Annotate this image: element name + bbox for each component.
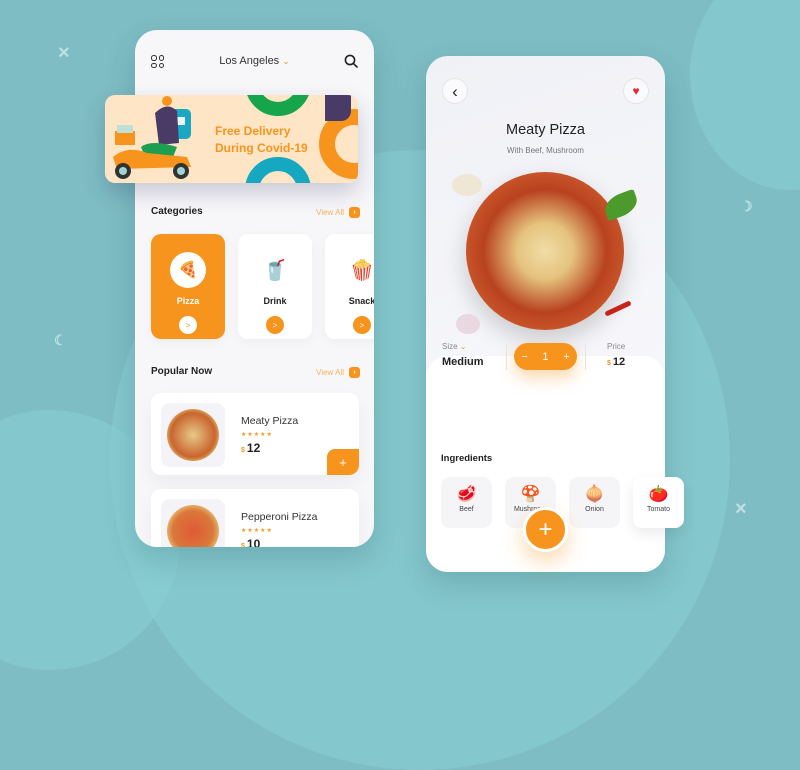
- categories-view-all[interactable]: View All ›: [316, 207, 360, 218]
- currency: $: [607, 360, 611, 367]
- chevron-down-icon: ⌄: [282, 56, 290, 66]
- category-drink[interactable]: 🥤 Drink >: [238, 234, 312, 339]
- ingredient-label: Beef: [459, 506, 474, 513]
- price-stat: Price $12: [607, 342, 625, 368]
- chili-garnish: [604, 300, 632, 317]
- price-value: 10: [246, 537, 261, 547]
- chevron-right-icon: ›: [349, 207, 360, 218]
- location-label: Los Angeles: [219, 55, 280, 67]
- product-title: Meaty Pizza: [506, 122, 585, 138]
- cross-decoration: ×: [58, 42, 70, 64]
- garlic-garnish: [456, 314, 480, 334]
- promo-banner[interactable]: Free Delivery During Covid-19: [105, 95, 358, 183]
- popular-item[interactable]: Pepperoni Pizza ★★★★★ $10: [151, 489, 359, 547]
- stat-label: Size: [442, 342, 458, 351]
- pizza-thumbnail: [161, 499, 225, 547]
- mushroom-garnish: [452, 174, 482, 196]
- basil-garnish: [601, 188, 641, 222]
- currency: $: [241, 543, 245, 547]
- crescent-decoration: ☾: [740, 198, 753, 214]
- item-name: Meaty Pizza: [241, 415, 299, 427]
- banner-decoration: [325, 95, 351, 121]
- category-pizza[interactable]: 🍕 Pizza >: [151, 234, 225, 339]
- background-blob: [690, 0, 800, 190]
- favorite-button[interactable]: ♥: [623, 78, 649, 104]
- cross-decoration: ×: [735, 498, 747, 520]
- ingredient-tomato[interactable]: 🍅 Tomato: [633, 477, 684, 528]
- pizza-icon: 🍕: [170, 252, 206, 288]
- category-label: Snack: [348, 296, 374, 306]
- size-selector[interactable]: Size ⌄ Medium: [442, 342, 484, 368]
- heart-icon: ♥: [632, 84, 640, 98]
- stat-value: Medium: [442, 356, 484, 368]
- category-go-button[interactable]: >: [353, 316, 371, 334]
- item-price: $12: [241, 441, 260, 455]
- price-value: 12: [246, 441, 261, 455]
- decrement-button[interactable]: −: [521, 351, 527, 363]
- chevron-down-icon: ⌄: [459, 342, 467, 351]
- ingredient-label: Onion: [585, 506, 604, 513]
- chevron-left-icon: ‹: [452, 81, 458, 101]
- pizza-image: [466, 172, 624, 330]
- mushroom-icon: 🍄: [520, 486, 541, 503]
- banner-text: Free Delivery During Covid-19: [215, 123, 308, 157]
- back-button[interactable]: ‹: [442, 78, 468, 104]
- view-all-label: View All: [316, 208, 344, 217]
- meaty-pizza-image: [167, 409, 219, 461]
- quantity-stepper: − 1 +: [514, 343, 577, 370]
- item-price: $10: [241, 537, 260, 547]
- star-rating: ★★★★★: [241, 528, 273, 534]
- product-subtitle: With Beef, Mushroom: [507, 146, 584, 155]
- category-snack[interactable]: 🍿 Snack >: [325, 234, 374, 339]
- popular-view-all[interactable]: View All ›: [316, 367, 360, 378]
- divider: [506, 344, 507, 370]
- ingredient-onion[interactable]: 🧅 Onion: [569, 477, 620, 528]
- ingredient-label: Tomato: [647, 506, 670, 513]
- ingredient-beef[interactable]: 🥩 Beef: [441, 477, 492, 528]
- banner-decoration: [245, 157, 311, 183]
- category-label: Drink: [263, 296, 287, 306]
- increment-button[interactable]: +: [563, 351, 569, 363]
- add-to-cart-button[interactable]: +: [327, 449, 359, 475]
- beef-icon: 🥩: [456, 486, 477, 503]
- quantity-value: 1: [542, 350, 549, 363]
- stat-label: Price: [607, 342, 626, 351]
- currency: $: [241, 447, 245, 454]
- banner-line-2: During Covid-19: [215, 141, 308, 155]
- star-rating: ★★★★★: [241, 432, 273, 438]
- drink-icon: 🥤: [262, 259, 288, 282]
- category-label: Pizza: [176, 296, 200, 306]
- crescent-decoration: ☾: [54, 332, 67, 348]
- search-icon[interactable]: [344, 54, 358, 68]
- tomato-icon: 🍅: [648, 486, 669, 503]
- divider: [585, 344, 586, 370]
- categories-title: Categories: [151, 206, 203, 217]
- snack-icon: 🍿: [349, 259, 374, 282]
- delivery-scooter-illustration: [113, 96, 191, 179]
- home-header: Los Angeles ⌄: [135, 30, 374, 92]
- location-selector[interactable]: Los Angeles ⌄: [135, 55, 374, 67]
- view-all-label: View All: [316, 368, 344, 377]
- pepperoni-pizza-image: [167, 505, 219, 547]
- chevron-right-icon: ›: [349, 367, 360, 378]
- popular-title: Popular Now: [151, 366, 213, 377]
- banner-line-1: Free Delivery: [215, 124, 291, 138]
- stat-value: $12: [607, 356, 625, 368]
- popular-item[interactable]: Meaty Pizza ★★★★★ $12 +: [151, 393, 359, 475]
- add-to-cart-fab[interactable]: +: [523, 507, 568, 552]
- onion-icon: 🧅: [584, 486, 605, 503]
- item-name: Pepperoni Pizza: [241, 511, 318, 523]
- pizza-thumbnail: [161, 403, 225, 467]
- price-value: 12: [612, 356, 626, 368]
- ingredients-title: Ingredients: [441, 453, 493, 464]
- category-go-button[interactable]: >: [179, 316, 197, 334]
- category-go-button[interactable]: >: [266, 316, 284, 334]
- banner-decoration: [245, 95, 311, 116]
